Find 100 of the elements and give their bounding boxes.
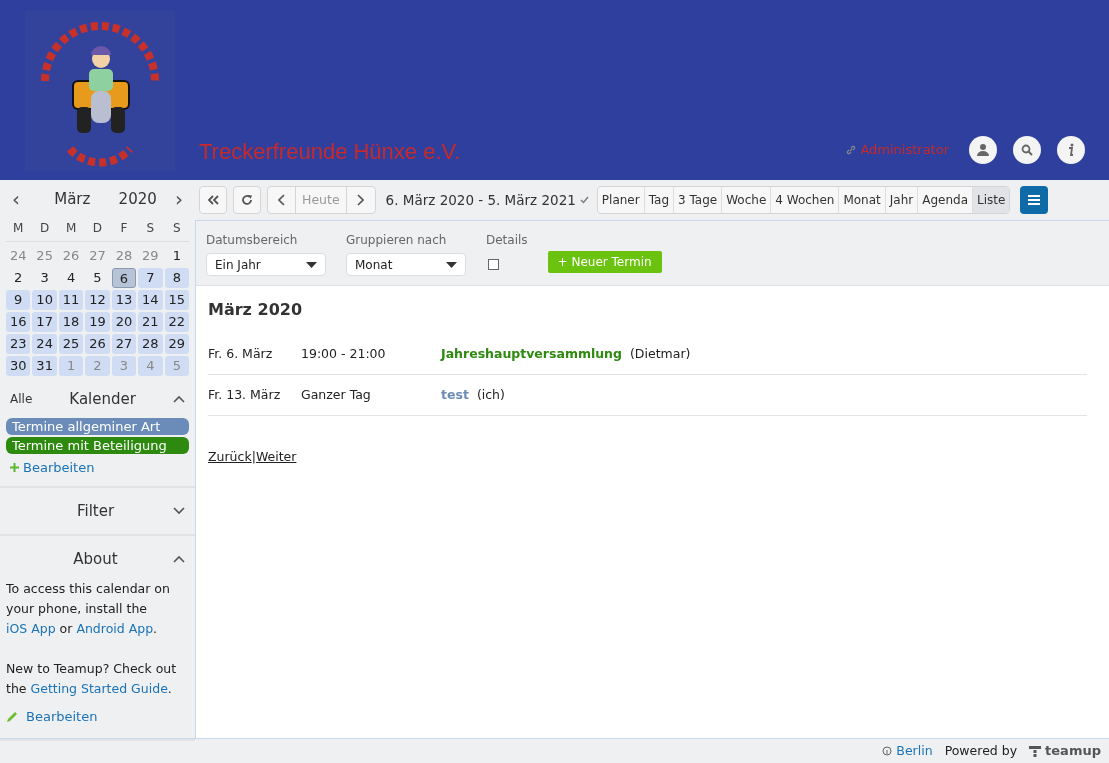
info-button[interactable] [1057, 136, 1085, 164]
calendar-day[interactable]: 27 [111, 333, 137, 354]
details-checkbox[interactable] [488, 259, 499, 270]
dropdown[interactable]: Ein Jahr [206, 253, 326, 276]
calendar-day[interactable]: 8 [164, 267, 189, 288]
expand-icon[interactable] [173, 506, 185, 515]
all-link[interactable]: Alle [10, 389, 33, 408]
calendar-day[interactable]: 4 [58, 267, 84, 288]
calendar-day[interactable]: 17 [32, 311, 57, 332]
calendar-day[interactable]: 31 [32, 355, 57, 376]
weekday-label: M [64, 219, 78, 237]
collapse-icon[interactable] [173, 555, 185, 564]
about-paragraph: New to Teamup? Check out the Getting Started Guide. [6, 659, 178, 698]
search-button[interactable] [1013, 136, 1041, 164]
event-time: 19:00 - 21:00 [301, 344, 387, 363]
info-icon [882, 746, 893, 756]
calendar-day[interactable]: 22 [164, 311, 189, 332]
refresh-button[interactable] [233, 186, 261, 214]
site-title: Treckerfreunde Hünxe e.V. [199, 138, 461, 166]
calendar-day[interactable]: 21 [138, 311, 163, 332]
calendar-day[interactable]: 19 [85, 311, 110, 332]
calendar-day[interactable]: 18 [58, 311, 84, 332]
month-heading: März 2020 [208, 299, 304, 321]
calendar-day[interactable]: 3 [32, 267, 57, 288]
calendar-day[interactable]: 6 [111, 267, 137, 288]
weekday-label: D [39, 219, 51, 237]
calendar-day[interactable]: 30 [6, 355, 31, 376]
next-month-button[interactable]: › [169, 189, 189, 210]
teamup-logo[interactable]: teamup [1029, 741, 1101, 761]
menu-button[interactable] [1020, 186, 1049, 214]
calendar-day[interactable]: 5 [85, 267, 110, 288]
separator-text: | [251, 448, 256, 466]
weekday-label: F [119, 219, 129, 237]
text-link[interactable]: Getting Started Guide [30, 680, 168, 696]
view-tab[interactable]: Monat [838, 187, 885, 213]
info-icon [1067, 143, 1075, 157]
section-title: About [72, 549, 119, 570]
year-label[interactable]: 2020 [118, 188, 157, 211]
calendar-day[interactable]: 29 [164, 333, 189, 354]
edit-calendars-link[interactable]: Bearbeiten [10, 458, 189, 478]
view-tab[interactable]: Tag [643, 187, 673, 213]
calendar-day[interactable]: 13 [111, 289, 137, 310]
check-icon [579, 196, 589, 204]
option-label: Details [486, 232, 528, 249]
view-tab[interactable]: 4 Wochen [770, 187, 839, 213]
calendar-day[interactable]: 16 [6, 311, 31, 332]
option-label: Gruppieren nach [346, 232, 448, 249]
calendar-day[interactable]: 2 [6, 267, 31, 288]
view-tab[interactable]: Liste [972, 187, 1010, 213]
back-button[interactable] [199, 186, 227, 214]
event-title[interactable]: Jahreshauptversammlung [441, 344, 622, 364]
calendar-day[interactable]: 7 [138, 267, 163, 288]
calendar-tag[interactable]: Termine mit Beteiligung [6, 437, 189, 454]
calendar-day[interactable]: 12 [85, 289, 110, 310]
view-tab[interactable]: Woche [721, 187, 771, 213]
section-title: Kalender [68, 388, 137, 410]
calendar-day[interactable]: 14 [138, 289, 163, 310]
grid-icon [1029, 745, 1042, 757]
dropdown[interactable]: Monat [346, 253, 466, 276]
chevron-left-icon [278, 194, 285, 206]
timezone-link[interactable]: Berlin [882, 741, 933, 761]
link-icon [846, 145, 857, 155]
weekday-label: S [171, 219, 182, 237]
calendar-day[interactable]: 20 [111, 311, 137, 332]
calendar-day[interactable]: 1 [164, 245, 189, 266]
text-link[interactable]: iOS App [6, 620, 56, 636]
event-owner: (Dietmar) [630, 344, 691, 363]
next-link[interactable]: Weiter [255, 448, 297, 467]
calendar-day[interactable]: 11 [58, 289, 84, 310]
previous-month-button[interactable]: ‹ [6, 189, 26, 210]
pencil-icon [6, 710, 18, 723]
section-title: Filter [75, 500, 116, 522]
event-time: Ganzer Tag [301, 385, 372, 404]
calendar-day[interactable]: 24 [32, 333, 57, 354]
weekday-label: S [145, 219, 156, 237]
view-tab[interactable]: Jahr [884, 187, 918, 213]
date-range[interactable]: 6. März 2020 - 5. März 2021 [385, 189, 589, 211]
collapse-icon[interactable] [173, 394, 185, 403]
dropdown-arrow-icon [446, 261, 457, 268]
powered-by-text: Powered by [944, 741, 1018, 760]
calendar-day[interactable]: 26 [85, 333, 110, 354]
event-owner: (ich) [476, 385, 505, 404]
month-label[interactable]: März [54, 188, 91, 211]
calendar-day[interactable]: 10 [32, 289, 57, 310]
refresh-icon [241, 194, 253, 206]
calendar-day[interactable]: 25 [58, 333, 84, 354]
back-link[interactable]: Zurück [208, 448, 252, 467]
view-tab[interactable]: Planer [597, 187, 644, 213]
view-tab[interactable]: 3 Tage [673, 187, 722, 213]
calendar-day[interactable]: 28 [138, 333, 163, 354]
weekday-label: D [91, 219, 104, 237]
menu-icon [1027, 194, 1042, 206]
plus-icon [10, 463, 19, 473]
user-button[interactable] [969, 136, 997, 164]
calendar-day[interactable]: 15 [164, 289, 189, 310]
calendar-day[interactable]: 9 [6, 289, 31, 310]
event-date: Fr. 13. März [208, 385, 282, 404]
event-date: Fr. 6. März [208, 344, 274, 363]
calendar-day[interactable]: 23 [6, 333, 31, 354]
edit-about-link[interactable]: Bearbeiten [6, 706, 189, 727]
